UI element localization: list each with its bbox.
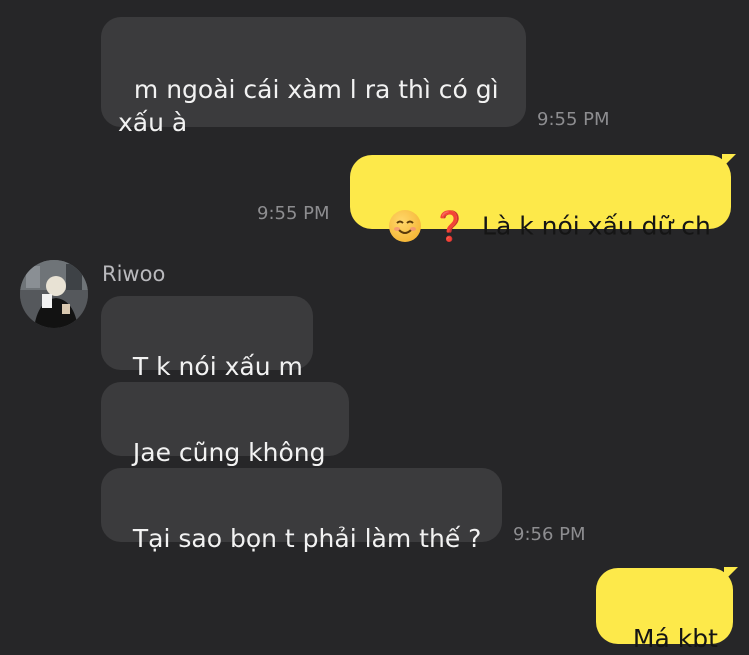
- smiling-face-icon: [388, 210, 421, 242]
- incoming-message[interactable]: m ngoài cái xàm l ra thì có gì xấu à: [101, 17, 526, 137]
- incoming-message[interactable]: Jae cũng không: [101, 382, 349, 467]
- message-text: Tại sao bọn t phải làm thế ?: [132, 524, 482, 553]
- message-text: T k nói xấu m: [132, 352, 303, 381]
- outgoing-message[interactable]: Má kbt: [596, 568, 733, 653]
- message-timestamp: 9:55 PM: [257, 203, 330, 224]
- incoming-message[interactable]: Tại sao bọn t phải làm thế ?: [101, 468, 502, 553]
- message-text: Má kbt: [632, 624, 718, 653]
- avatar[interactable]: [20, 260, 88, 328]
- bubble-tail: [722, 154, 736, 168]
- sender-name: Riwoo: [102, 262, 166, 286]
- message-timestamp: 9:56 PM: [513, 524, 586, 545]
- incoming-message[interactable]: T k nói xấu m: [101, 296, 313, 381]
- message-timestamp: 9:55 PM: [537, 109, 610, 130]
- red-question-mark-icon: ❓: [431, 208, 469, 243]
- message-text: Jae cũng không: [132, 438, 326, 467]
- bubble-tail: [724, 567, 738, 581]
- message-text: Là k nói xấu dữ ch: [482, 211, 711, 241]
- message-text: m ngoài cái xàm l ra thì có gì xấu à: [118, 75, 499, 137]
- outgoing-message[interactable]: ❓ Là k nói xấu dữ ch: [350, 155, 731, 242]
